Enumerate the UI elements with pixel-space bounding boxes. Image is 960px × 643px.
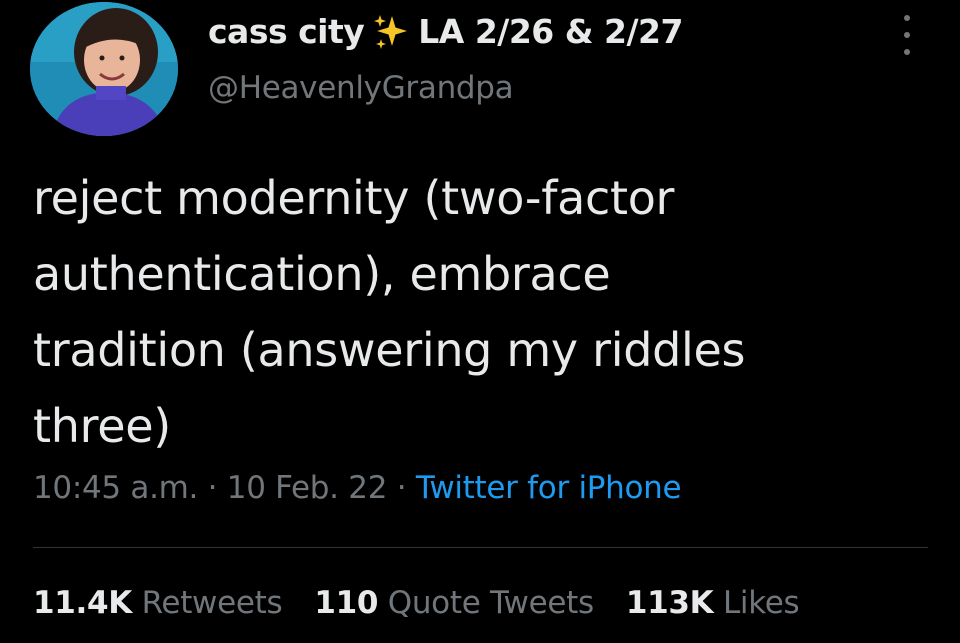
profile-photo-icon [30,2,178,136]
tweet-text-line: authentication), embrace [33,247,611,301]
more-dot-icon [904,15,910,21]
quote-tweets-label: Quote Tweets [387,585,594,621]
more-dot-icon [904,49,910,55]
quote-tweets-stat[interactable]: 110 Quote Tweets [314,585,594,621]
meta-separator: · [396,470,407,506]
more-options-button[interactable] [893,15,921,55]
tweet-text: reject modernity (two-factor authenticat… [33,160,933,464]
tweet-stats: 11.4K Retweets 110 Quote Tweets 113K Lik… [33,585,831,621]
sparkles-icon [372,13,410,51]
display-name[interactable]: cass city [208,12,365,51]
retweets-count: 11.4K [33,585,133,621]
likes-count: 113K [625,585,714,621]
tweet-date[interactable]: 10 Feb. 22 [227,470,388,506]
tweet-meta: 10:45 a.m. · 10 Feb. 22 · Twitter for iP… [33,470,682,506]
tweet-text-line: three) [33,399,171,453]
retweets-label: Retweets [141,585,283,621]
display-name-suffix[interactable]: LA 2/26 & 2/27 [418,12,683,51]
tweet-text-line: reject modernity (two-factor [33,171,675,225]
tweet-card: cass city LA 2/26 & 2/27 @HeavenlyGrandp… [0,0,960,643]
author-handle[interactable]: @HeavenlyGrandpa [208,70,514,106]
quote-tweets-count: 110 [314,585,379,621]
tweet-text-line: tradition (answering my riddles [33,323,746,377]
meta-separator: · [207,470,218,506]
likes-label: Likes [722,585,800,621]
avatar[interactable] [30,2,178,136]
tweet-time[interactable]: 10:45 a.m. [33,470,198,506]
divider [33,547,928,548]
likes-stat[interactable]: 113K Likes [626,585,800,621]
tweet-source-link[interactable]: Twitter for iPhone [416,470,682,506]
retweets-stat[interactable]: 11.4K Retweets [33,585,283,621]
author-name-row[interactable]: cass city LA 2/26 & 2/27 [208,12,683,51]
more-dot-icon [904,32,910,38]
